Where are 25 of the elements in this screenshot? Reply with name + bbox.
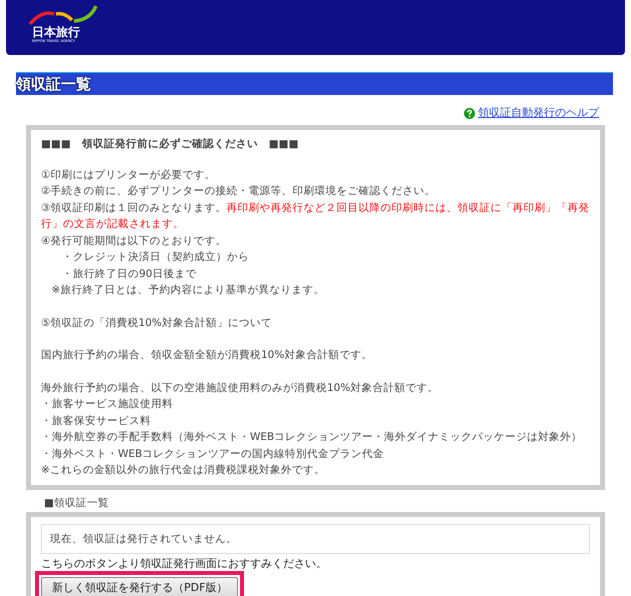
logo-text: 日本旅行 [32, 26, 80, 39]
notice-heading: ■■■ 領収証発行前に必ずご確認ください ■■■ [41, 137, 300, 152]
notice-text: 海外旅行予約の場合、以下の空港施設使用料のみが消費税10%対象合計額です。 [41, 380, 440, 396]
logo-swoosh-icon [28, 4, 98, 26]
issue-receipt-button[interactable]: 新しく領収証を発行する（PDF版） [41, 576, 238, 596]
section-label: ■領収証一覧 [44, 496, 110, 510]
notice-text: ・旅客保安サービス料 [41, 414, 152, 428]
notice-text: ③領収証印刷は１回のみとなります。再印刷や再発行など２回目以降の印刷時には、領収証に「再印刷」「再発行」の文言が記載されます。 [41, 200, 590, 232]
status-message: 現在、領収証は発行されていません。 [41, 524, 590, 554]
notice-text: ・海外航空券の手配手数料（海外ベスト・WEBコレクションツアー・海外ダイナミックパッケージは対象外） [41, 430, 584, 445]
notice-text: 国内旅行予約の場合、領収金額全額が消費税10%対象合計額です。 [41, 348, 374, 363]
notice-text: ①印刷にはプリンターが必要です。 [41, 168, 216, 182]
notice-text: ④発行可能期間は以下のとおりです。 [41, 234, 228, 248]
page-title: 領収証一覧 [16, 72, 613, 95]
notice-text: ②手続きの前に、必ずプリンターの接続・電源等、印刷環境をご確認ください。 [41, 184, 436, 199]
notice-text: ・旅行終了日の90日後まで [61, 266, 198, 282]
notice-text: ⑤領収証の「消費税10%対象合計額」について [41, 316, 273, 330]
notice-text: ※旅行終了日とは、予約内容により基準が異なります。 [50, 283, 326, 298]
notice-text: ・旅客サービス施設使用料 [41, 397, 174, 412]
notice-text: ・クレジット決済日（契約成立）から [61, 250, 250, 265]
notice-text: ・海外ベスト・WEBコレクションツアーの国内線特別代金プラン代金 [41, 446, 386, 462]
help-link[interactable]: 領収証自動発行のヘルプ [478, 106, 599, 120]
instruction-text: こちらのボタンより領収証発行画面におすすみください。 [41, 556, 328, 570]
help-icon [464, 108, 475, 118]
notice-text: ※これらの金額以外の旅行代金は消費税課税対象外です。 [41, 463, 326, 478]
